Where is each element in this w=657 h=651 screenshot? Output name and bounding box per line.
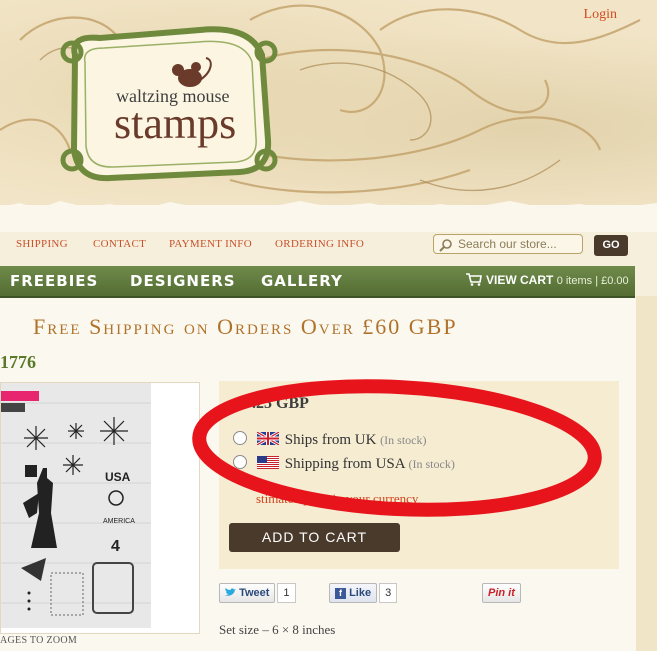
view-cart-label: VIEW CART [486,273,554,287]
facebook-icon: f [335,588,346,599]
add-to-cart-button[interactable]: ADD TO CART [229,523,400,552]
estimated-price-link[interactable]: stimated price in your currency [256,491,418,507]
svg-text:AMERICA: AMERICA [103,518,135,525]
view-cart-link[interactable]: VIEW CART 0 items | £0.00 [466,273,629,287]
tweet-button[interactable]: Tweet [219,583,276,603]
radio-uk[interactable] [233,431,247,445]
uk-flag-icon [256,432,279,445]
nav-gallery[interactable]: GALLERY [261,272,343,290]
shipping-option-usa-label: Shipping from USA [284,456,405,472]
nav-freebies[interactable]: FREEBIES [10,272,98,290]
nav-ordering-info[interactable]: ORDERING INFO [275,238,364,250]
pinterest-widget[interactable]: Pin it [482,583,521,603]
product-sku: 1776 [0,352,36,372]
pin-it-button[interactable]: Pin it [482,583,521,603]
facebook-like-button[interactable]: f Like [329,583,378,603]
login-link[interactable]: Login [584,7,617,23]
us-flag-icon [256,456,279,469]
logo-text-large[interactable]: stamps [114,98,236,149]
nav-shipping[interactable]: SHIPPING [16,238,68,250]
top-nav: SHIPPING CONTACT PAYMENT INFO ORDERING I… [0,238,380,258]
search-go-button[interactable]: GO [594,235,628,256]
search-input[interactable]: Search our store... [433,234,583,254]
zoom-hint: AGES TO ZOOM [0,635,78,646]
shipping-option-uk-label: Ships from UK [284,432,377,448]
product-price: .25 GBP [252,395,309,412]
twitter-bird-icon [225,588,236,596]
cart-items-count: 0 items [556,275,593,287]
stock-status-usa: (In stock) [408,457,455,471]
nav-designers[interactable]: DESIGNERS [130,272,236,290]
stamp-sheet-illustration: USA AMERICA 4 [1,383,151,628]
stock-status-uk: (In stock) [380,433,427,447]
page-edge [636,296,657,651]
nav-contact[interactable]: CONTACT [93,238,146,250]
cart-icon [466,273,482,286]
svg-text:USA: USA [105,470,131,484]
nav-payment-info[interactable]: PAYMENT INFO [169,238,252,250]
tweet-label: Tweet [239,587,270,599]
like-count: 3 [379,583,398,603]
product-image[interactable]: USA AMERICA 4 [0,382,200,634]
tweet-count: 1 [277,583,296,603]
cart-total: £0.00 [601,275,629,287]
main-nav: FREEBIES DESIGNERS GALLERY VIEW CART 0 i… [0,266,635,298]
radio-usa[interactable] [233,455,247,469]
search-icon [439,239,452,252]
search-placeholder: Search our store... [458,237,557,251]
shipping-option-uk[interactable]: Ships from UK (In stock) [233,431,427,449]
site-header: waltzing mouse stamps [0,0,657,232]
like-label: Like [349,587,372,599]
set-size-text: Set size – 6 × 8 inches [219,622,336,637]
tweet-widget[interactable]: Tweet 1 [219,583,296,603]
shipping-option-usa[interactable]: Shipping from USA (In stock) [233,455,455,473]
promo-banner: Free Shipping on Orders Over £60 GBP [33,314,458,339]
svg-text:4: 4 [111,538,120,555]
facebook-like-widget[interactable]: f Like 3 [329,583,398,603]
